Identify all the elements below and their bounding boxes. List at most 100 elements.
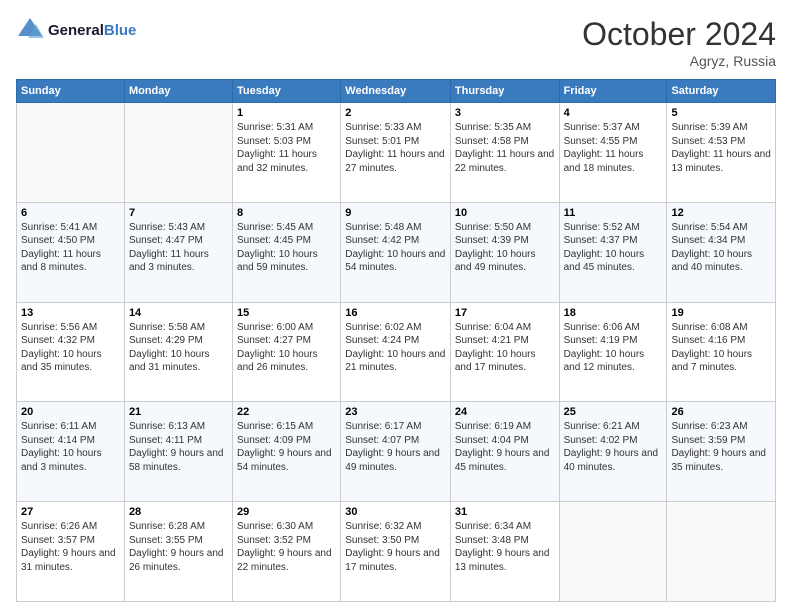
day-info: Sunrise: 6:17 AM Sunset: 4:07 PM Dayligh…: [345, 420, 446, 474]
day-info: Sunrise: 6:28 AM Sunset: 3:55 PM Dayligh…: [129, 520, 228, 574]
calendar-cell-4-4: 31 Sunrise: 6:34 AM Sunset: 3:48 PM Dayli…: [450, 502, 559, 602]
calendar-cell-3-0: 20Sunrise: 6:11 AM Sunset: 4:14 PM Dayli…: [17, 402, 125, 502]
calendar-cell-2-6: 19 Sunrise: 6:08 AM Sunset: 4:16 PM Dayli…: [667, 302, 776, 402]
day-number: 25: [564, 406, 663, 418]
day-number: 29: [237, 506, 336, 518]
calendar-cell-2-4: 17 Sunrise: 6:04 AM Sunset: 4:21 PM Dayli…: [450, 302, 559, 402]
calendar-cell-1-6: 12Sunrise: 5:54 AM Sunset: 4:34 PM Dayli…: [667, 202, 776, 302]
day-number: 8: [237, 207, 336, 219]
calendar-cell-3-1: 21 Sunrise: 6:13 AM Sunset: 4:11 PM Dayli…: [124, 402, 232, 502]
day-number: 19: [671, 307, 771, 319]
calendar-cell-2-3: 16 Sunrise: 6:02 AM Sunset: 4:24 PM Dayli…: [341, 302, 451, 402]
title-block: October 2024 Agryz, Russia: [582, 16, 776, 69]
day-info: Sunrise: 6:06 AM Sunset: 4:19 PM Dayligh…: [564, 321, 663, 375]
header: GeneralBlue October 2024 Agryz, Russia: [16, 16, 776, 69]
day-info: Sunrise: 6:04 AM Sunset: 4:21 PM Dayligh…: [455, 321, 555, 375]
col-tuesday: Tuesday: [233, 80, 341, 103]
day-number: 15: [237, 307, 336, 319]
day-number: 28: [129, 506, 228, 518]
day-number: 21: [129, 406, 228, 418]
day-number: 9: [345, 207, 446, 219]
day-info: Sunrise: 6:30 AM Sunset: 3:52 PM Dayligh…: [237, 520, 336, 574]
logo-text: GeneralBlue: [48, 22, 136, 39]
page: GeneralBlue October 2024 Agryz, Russia S…: [0, 0, 792, 612]
day-info: Sunrise: 5:33 AM Sunset: 5:01 PM Dayligh…: [345, 121, 446, 175]
calendar-cell-0-3: 2 Sunrise: 5:33 AM Sunset: 5:01 PM Daylig…: [341, 103, 451, 203]
col-monday: Monday: [124, 80, 232, 103]
day-info: Sunrise: 5:52 AM Sunset: 4:37 PM Dayligh…: [564, 221, 663, 275]
calendar-cell-4-0: 27 Sunrise: 6:26 AM Sunset: 3:57 PM Dayli…: [17, 502, 125, 602]
logo: GeneralBlue: [16, 16, 136, 44]
calendar-cell-1-4: 10 Sunrise: 5:50 AM Sunset: 4:39 PM Dayli…: [450, 202, 559, 302]
logo-icon: [16, 16, 44, 44]
day-info: Sunrise: 6:13 AM Sunset: 4:11 PM Dayligh…: [129, 420, 228, 474]
day-info: Sunrise: 5:31 AM Sunset: 5:03 PM Dayligh…: [237, 121, 336, 175]
calendar-cell-4-6: [667, 502, 776, 602]
day-info: Sunrise: 6:00 AM Sunset: 4:27 PM Dayligh…: [237, 321, 336, 375]
day-info: Sunrise: 6:34 AM Sunset: 3:48 PM Dayligh…: [455, 520, 555, 574]
day-number: 2: [345, 107, 446, 119]
col-friday: Friday: [559, 80, 667, 103]
day-number: 14: [129, 307, 228, 319]
location: Agryz, Russia: [582, 53, 776, 69]
day-number: 1: [237, 107, 336, 119]
calendar-cell-0-5: 4 Sunrise: 5:37 AM Sunset: 4:55 PM Daylig…: [559, 103, 667, 203]
calendar-cell-1-0: 6 Sunrise: 5:41 AM Sunset: 4:50 PM Daylig…: [17, 202, 125, 302]
week-row-0: 1 Sunrise: 5:31 AM Sunset: 5:03 PM Daylig…: [17, 103, 776, 203]
day-number: 31: [455, 506, 555, 518]
week-row-4: 27 Sunrise: 6:26 AM Sunset: 3:57 PM Dayli…: [17, 502, 776, 602]
calendar-cell-0-6: 5Sunrise: 5:39 AM Sunset: 4:53 PM Daylig…: [667, 103, 776, 203]
day-info: Sunrise: 6:26 AM Sunset: 3:57 PM Dayligh…: [21, 520, 120, 574]
day-number: 11: [564, 207, 663, 219]
day-info: Sunrise: 5:50 AM Sunset: 4:39 PM Dayligh…: [455, 221, 555, 275]
day-info: Sunrise: 5:35 AM Sunset: 4:58 PM Dayligh…: [455, 121, 555, 175]
calendar-cell-0-0: [17, 103, 125, 203]
calendar-cell-1-2: 8 Sunrise: 5:45 AM Sunset: 4:45 PM Daylig…: [233, 202, 341, 302]
calendar-cell-2-1: 14 Sunrise: 5:58 AM Sunset: 4:29 PM Dayli…: [124, 302, 232, 402]
calendar-cell-0-2: 1 Sunrise: 5:31 AM Sunset: 5:03 PM Daylig…: [233, 103, 341, 203]
day-info: Sunrise: 5:58 AM Sunset: 4:29 PM Dayligh…: [129, 321, 228, 375]
day-number: 23: [345, 406, 446, 418]
day-number: 6: [21, 207, 120, 219]
week-row-2: 13 Sunrise: 5:56 AM Sunset: 4:32 PM Dayli…: [17, 302, 776, 402]
month-title: October 2024: [582, 16, 776, 53]
calendar-cell-3-4: 24 Sunrise: 6:19 AM Sunset: 4:04 PM Dayli…: [450, 402, 559, 502]
day-info: Sunrise: 5:43 AM Sunset: 4:47 PM Dayligh…: [129, 221, 228, 275]
day-info: Sunrise: 6:08 AM Sunset: 4:16 PM Dayligh…: [671, 321, 771, 375]
day-info: Sunrise: 6:23 AM Sunset: 3:59 PM Dayligh…: [671, 420, 771, 474]
day-number: 17: [455, 307, 555, 319]
calendar: Sunday Monday Tuesday Wednesday Thursday…: [16, 79, 776, 602]
day-info: Sunrise: 5:39 AM Sunset: 4:53 PM Dayligh…: [671, 121, 771, 175]
day-info: Sunrise: 6:32 AM Sunset: 3:50 PM Dayligh…: [345, 520, 446, 574]
day-number: 13: [21, 307, 120, 319]
calendar-cell-3-5: 25Sunrise: 6:21 AM Sunset: 4:02 PM Dayli…: [559, 402, 667, 502]
day-number: 3: [455, 107, 555, 119]
day-info: Sunrise: 5:41 AM Sunset: 4:50 PM Dayligh…: [21, 221, 120, 275]
calendar-cell-4-3: 30Sunrise: 6:32 AM Sunset: 3:50 PM Dayli…: [341, 502, 451, 602]
day-info: Sunrise: 5:37 AM Sunset: 4:55 PM Dayligh…: [564, 121, 663, 175]
day-number: 18: [564, 307, 663, 319]
day-info: Sunrise: 6:15 AM Sunset: 4:09 PM Dayligh…: [237, 420, 336, 474]
day-number: 22: [237, 406, 336, 418]
day-info: Sunrise: 6:19 AM Sunset: 4:04 PM Dayligh…: [455, 420, 555, 474]
calendar-cell-3-6: 26 Sunrise: 6:23 AM Sunset: 3:59 PM Dayli…: [667, 402, 776, 502]
day-info: Sunrise: 5:56 AM Sunset: 4:32 PM Dayligh…: [21, 321, 120, 375]
calendar-cell-0-1: [124, 103, 232, 203]
col-saturday: Saturday: [667, 80, 776, 103]
day-number: 20: [21, 406, 120, 418]
day-number: 7: [129, 207, 228, 219]
day-number: 24: [455, 406, 555, 418]
day-number: 10: [455, 207, 555, 219]
day-number: 26: [671, 406, 771, 418]
calendar-cell-4-2: 29 Sunrise: 6:30 AM Sunset: 3:52 PM Dayli…: [233, 502, 341, 602]
week-row-1: 6 Sunrise: 5:41 AM Sunset: 4:50 PM Daylig…: [17, 202, 776, 302]
day-info: Sunrise: 5:48 AM Sunset: 4:42 PM Dayligh…: [345, 221, 446, 275]
calendar-cell-1-5: 11 Sunrise: 5:52 AM Sunset: 4:37 PM Dayli…: [559, 202, 667, 302]
day-info: Sunrise: 5:45 AM Sunset: 4:45 PM Dayligh…: [237, 221, 336, 275]
calendar-cell-0-4: 3 Sunrise: 5:35 AM Sunset: 4:58 PM Daylig…: [450, 103, 559, 203]
calendar-cell-1-3: 9 Sunrise: 5:48 AM Sunset: 4:42 PM Daylig…: [341, 202, 451, 302]
day-number: 16: [345, 307, 446, 319]
day-number: 4: [564, 107, 663, 119]
day-number: 27: [21, 506, 120, 518]
day-info: Sunrise: 6:02 AM Sunset: 4:24 PM Dayligh…: [345, 321, 446, 375]
